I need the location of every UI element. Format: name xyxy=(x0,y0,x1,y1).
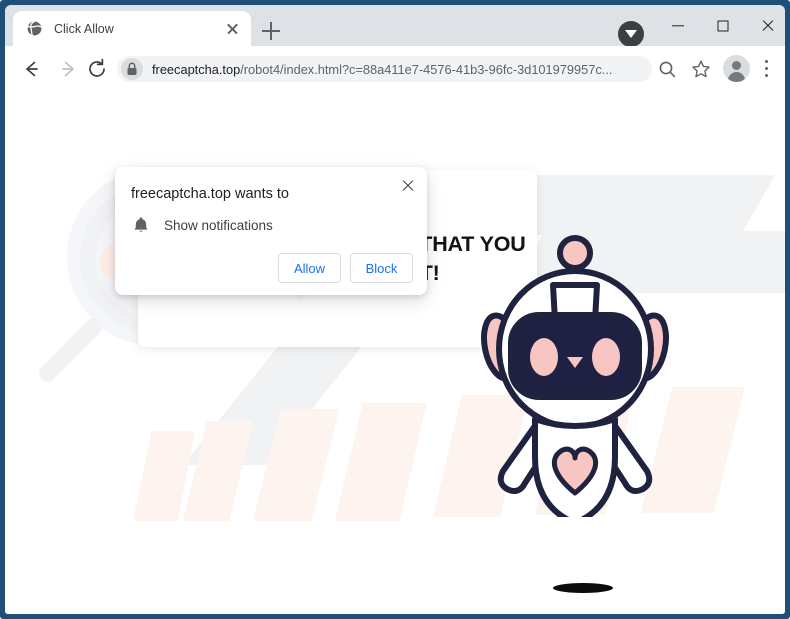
watermark-text-shape xyxy=(133,431,195,521)
browser-window-inner: Click Allow freecaptcha.top/robot4/index… xyxy=(5,5,785,614)
lock-icon[interactable] xyxy=(121,58,143,80)
dialog-actions: Allow Block xyxy=(278,253,413,283)
url-path: /robot4/index.html?c=88a411e7-4576-41b3-… xyxy=(240,61,613,77)
block-button[interactable]: Block xyxy=(350,253,413,283)
url-host: freecaptcha.top xyxy=(152,61,241,77)
permission-row: Show notifications xyxy=(131,215,273,235)
dialog-title: freecaptcha.top wants to xyxy=(131,186,289,202)
tab-strip: Click Allow xyxy=(5,5,785,47)
close-icon[interactable] xyxy=(399,177,417,195)
minimize-button[interactable] xyxy=(655,11,700,41)
back-button[interactable] xyxy=(17,55,45,83)
reload-icon xyxy=(89,58,105,77)
avatar-head xyxy=(732,61,741,70)
search-zoom-icon[interactable] xyxy=(657,59,677,79)
avatar-body xyxy=(728,72,745,82)
robot-mascot-illustration xyxy=(475,227,675,526)
arrow-left-icon xyxy=(26,61,38,77)
new-tab-button[interactable] xyxy=(257,17,285,45)
bell-icon xyxy=(131,215,151,235)
browser-toolbar: freecaptcha.top/robot4/index.html?c=88a4… xyxy=(5,46,785,91)
robot-shadow xyxy=(553,583,613,593)
permission-label: Show notifications xyxy=(164,217,273,233)
watermark-text-shape xyxy=(335,403,427,521)
globe-icon xyxy=(26,20,43,37)
allow-button[interactable]: Allow xyxy=(278,253,341,283)
three-dot-menu-icon[interactable] xyxy=(758,58,776,80)
close-icon xyxy=(761,19,775,33)
tab-click-allow[interactable]: Click Allow xyxy=(13,11,251,46)
maximize-icon xyxy=(717,20,728,32)
forward-button[interactable] xyxy=(55,55,83,83)
browser-window: Click Allow freecaptcha.top/robot4/index… xyxy=(0,0,790,619)
window-close-button[interactable] xyxy=(745,11,785,41)
minimize-icon xyxy=(671,25,684,27)
page-viewport: CLICK ALLOW TO VERIFY THAT YOU ARE NOT A… xyxy=(5,91,785,614)
notification-permission-dialog: freecaptcha.top wants to Show notificati… xyxy=(115,167,427,295)
address-bar[interactable]: freecaptcha.top/robot4/index.html?c=88a4… xyxy=(117,56,652,82)
reload-button[interactable] xyxy=(83,55,111,83)
download-arrow-icon[interactable] xyxy=(618,21,644,47)
tab-title: Click Allow xyxy=(54,21,114,36)
maximize-button[interactable] xyxy=(700,11,745,41)
close-icon[interactable] xyxy=(224,20,241,37)
url-text: freecaptcha.top/robot4/index.html?c=88a4… xyxy=(152,62,652,77)
arrow-right-icon xyxy=(62,61,74,77)
magnifier-handle xyxy=(35,314,106,386)
star-icon[interactable] xyxy=(691,59,711,79)
avatar-icon[interactable] xyxy=(723,55,750,82)
